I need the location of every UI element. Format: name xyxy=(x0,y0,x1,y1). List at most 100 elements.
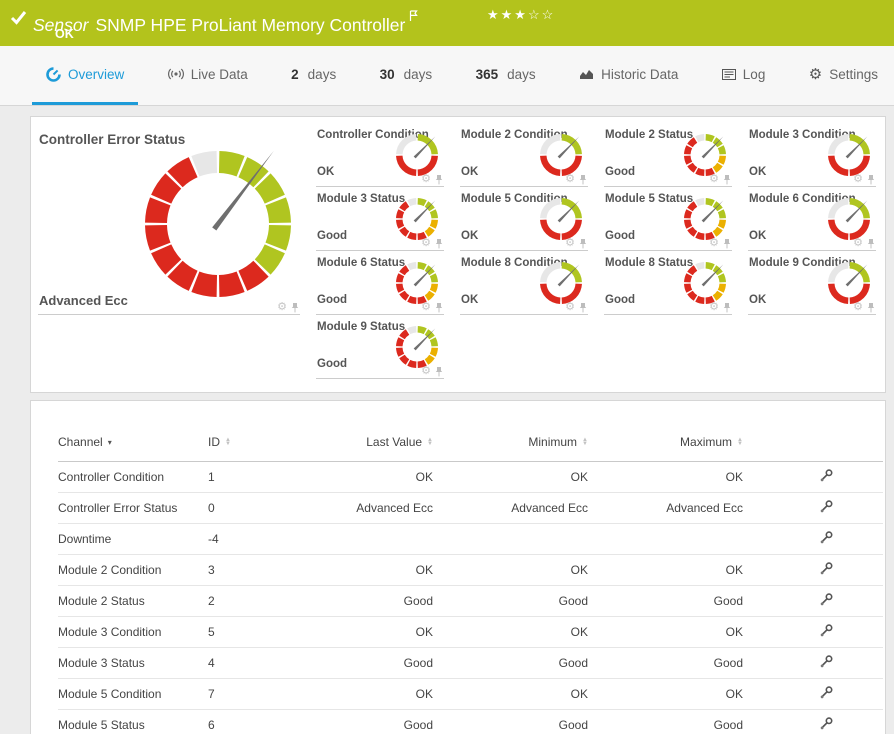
pin-icon[interactable] xyxy=(435,238,443,249)
pin-icon[interactable] xyxy=(867,174,875,185)
cell-id: 1 xyxy=(208,461,298,493)
tab-2-days[interactable]: 2 days xyxy=(277,46,350,105)
pin-icon[interactable] xyxy=(435,174,443,185)
gauge-cell-module-6-condition[interactable]: Module 6 Condition OK ⚙ xyxy=(741,187,885,251)
channels-table-body: Controller Condition 1 OK OK OK Controller Er… xyxy=(58,461,883,734)
status-gauge-chart xyxy=(393,259,441,307)
gauge-cell-module-3-status[interactable]: Module 3 Status Good ⚙ xyxy=(309,187,453,251)
sort-icon: ▲ ▼ xyxy=(737,436,743,447)
table-row: Module 3 Condition 5 OK OK OK xyxy=(58,616,883,648)
gauge-value: OK xyxy=(749,166,767,178)
status-badge: OK xyxy=(55,27,74,41)
gear-icon[interactable]: ⚙ xyxy=(565,302,575,313)
gear-icon[interactable]: ⚙ xyxy=(709,174,719,185)
cell-channel: Downtime xyxy=(58,523,208,555)
gear-icon[interactable]: ⚙ xyxy=(709,302,719,313)
gear-icon[interactable]: ⚙ xyxy=(565,238,575,249)
tab-30-days[interactable]: 30 days xyxy=(366,46,447,105)
gear-icon[interactable]: ⚙ xyxy=(421,238,431,249)
gauge-value: OK xyxy=(461,230,479,242)
wrench-icon[interactable] xyxy=(819,530,834,548)
wrench-icon[interactable] xyxy=(819,623,834,641)
gear-icon[interactable]: ⚙ xyxy=(853,238,863,249)
cell-maximum: Good xyxy=(618,585,773,617)
wrench-icon[interactable] xyxy=(819,685,834,703)
table-row: Module 5 Condition 7 OK OK OK xyxy=(58,678,883,710)
gauge-title: Module 9 Status xyxy=(317,321,406,333)
gear-icon[interactable]: ⚙ xyxy=(421,302,431,313)
cell-last-value: Good xyxy=(298,709,463,734)
column-header-last-value[interactable]: Last Value ▲ ▼ xyxy=(298,431,463,462)
tab-settings[interactable]: ⚙ Settings xyxy=(795,46,892,105)
cell-last-value: Good xyxy=(298,585,463,617)
pin-icon[interactable] xyxy=(435,302,443,313)
column-header-minimum[interactable]: Minimum ▲ ▼ xyxy=(463,431,618,462)
tab-live-data[interactable]: Live Data xyxy=(154,46,262,105)
gear-icon[interactable]: ⚙ xyxy=(709,238,719,249)
condition-gauge-chart xyxy=(393,131,441,179)
pin-icon[interactable] xyxy=(723,174,731,185)
gauge-cell-module-5-status[interactable]: Module 5 Status Good ⚙ xyxy=(597,187,741,251)
gauge-cell-module-5-condition[interactable]: Module 5 Condition OK ⚙ xyxy=(453,187,597,251)
wrench-icon[interactable] xyxy=(819,716,834,734)
gauge-cell-module-9-status[interactable]: Module 9 Status Good ⚙ xyxy=(309,315,453,379)
gear-icon[interactable]: ⚙ xyxy=(277,302,287,313)
pin-icon[interactable] xyxy=(867,238,875,249)
pin-icon[interactable] xyxy=(723,302,731,313)
wrench-icon[interactable] xyxy=(819,561,834,579)
sort-desc-icon: ▾ xyxy=(107,437,112,447)
gear-icon[interactable]: ⚙ xyxy=(853,174,863,185)
flag-icon[interactable] xyxy=(409,6,419,26)
tab-overview[interactable]: Overview xyxy=(32,46,139,105)
wrench-icon[interactable] xyxy=(819,592,834,610)
tab-log[interactable]: Log xyxy=(708,46,780,105)
pin-icon[interactable] xyxy=(435,366,443,377)
gauge-cell-module-2-status[interactable]: Module 2 Status Good ⚙ xyxy=(597,123,741,187)
cell-last-value: Good xyxy=(298,647,463,679)
gauge-value: Good xyxy=(605,166,636,178)
broadcast-icon xyxy=(167,68,184,80)
condition-gauge-chart xyxy=(825,259,873,307)
gauge-cell-module-9-condition[interactable]: Module 9 Condition OK ⚙ xyxy=(741,251,885,315)
gauge-value: Good xyxy=(605,230,636,242)
wrench-icon[interactable] xyxy=(819,468,834,486)
cell-settings xyxy=(773,554,883,586)
pin-icon[interactable] xyxy=(579,302,587,313)
pin-icon[interactable] xyxy=(867,302,875,313)
pin-icon[interactable] xyxy=(723,238,731,249)
wrench-icon[interactable] xyxy=(819,499,834,517)
gauge-cell-module-6-status[interactable]: Module 6 Status Good ⚙ xyxy=(309,251,453,315)
gauge-cell-module-8-condition[interactable]: Module 8 Condition OK ⚙ xyxy=(453,251,597,315)
gauge-cell-controller-condition[interactable]: Controller Condition OK ⚙ xyxy=(309,123,453,187)
gear-icon[interactable]: ⚙ xyxy=(421,366,431,377)
condition-gauge-chart xyxy=(537,131,585,179)
gear-icon[interactable]: ⚙ xyxy=(421,174,431,185)
gauge-value: OK xyxy=(749,294,767,306)
status-gauge-chart xyxy=(681,131,729,179)
column-header-maximum[interactable]: Maximum ▲ ▼ xyxy=(618,431,773,462)
tab-365-days[interactable]: 365 days xyxy=(462,46,550,105)
gauge-value: Good xyxy=(605,294,636,306)
status-gauge-chart xyxy=(393,195,441,243)
gauge-cell-module-8-status[interactable]: Module 8 Status Good ⚙ xyxy=(597,251,741,315)
channels-panel: Channel ▾ ID ▲ ▼ Last Value ▲ ▼ Minimum ▲ ▼ Max… xyxy=(30,400,886,734)
column-header-id[interactable]: ID ▲ ▼ xyxy=(208,431,298,462)
gauge-cell-controller-error-status[interactable]: Controller Error Status Advanced Ecc ⚙ xyxy=(31,123,309,315)
cell-settings xyxy=(773,492,883,524)
pin-icon[interactable] xyxy=(579,238,587,249)
column-header-channel[interactable]: Channel ▾ xyxy=(58,431,208,462)
cell-channel: Module 5 Condition xyxy=(58,678,208,710)
tab-historic-data[interactable]: Historic Data xyxy=(565,46,692,105)
wrench-icon[interactable] xyxy=(819,654,834,672)
pin-icon[interactable] xyxy=(291,302,299,313)
pin-icon[interactable] xyxy=(579,174,587,185)
tab-label: Log xyxy=(742,66,766,82)
gear-icon[interactable]: ⚙ xyxy=(565,174,575,185)
gauge-cell-module-2-condition[interactable]: Module 2 Condition OK ⚙ xyxy=(453,123,597,187)
priority-stars[interactable]: ★★★☆☆ xyxy=(487,7,555,23)
cell-maximum: Good xyxy=(618,647,773,679)
gear-icon[interactable]: ⚙ xyxy=(853,302,863,313)
tab-label: days xyxy=(403,66,433,82)
cell-minimum xyxy=(463,523,618,555)
gauge-cell-module-3-condition[interactable]: Module 3 Condition OK ⚙ xyxy=(741,123,885,187)
